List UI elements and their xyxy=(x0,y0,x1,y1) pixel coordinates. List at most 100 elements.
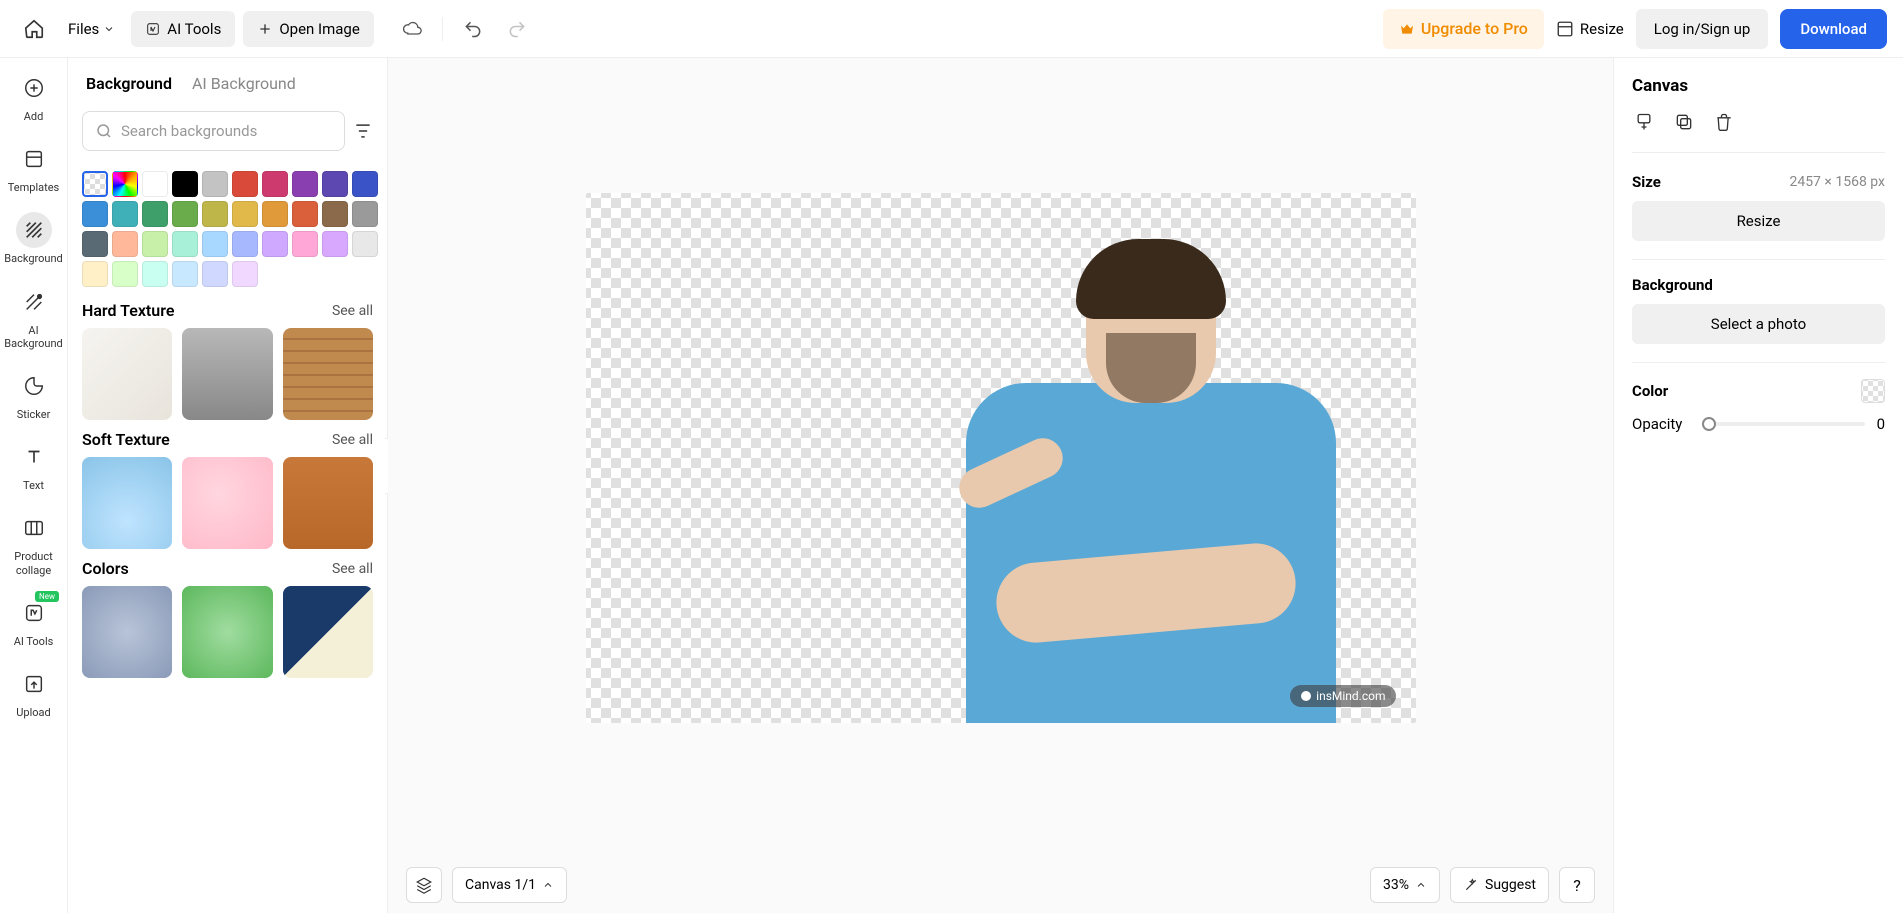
help-button[interactable]: ? xyxy=(1559,867,1595,903)
wand-icon xyxy=(1463,877,1479,893)
swatch-color-picker[interactable] xyxy=(112,171,138,197)
color-picker-button[interactable] xyxy=(1861,379,1885,403)
swatch-color[interactable] xyxy=(352,201,378,227)
soft-texture-see-all[interactable]: See all xyxy=(332,432,373,448)
swatch-color[interactable] xyxy=(172,171,198,197)
texture-thumb[interactable] xyxy=(283,328,373,420)
swatch-color[interactable] xyxy=(292,201,318,227)
files-dropdown[interactable]: Files xyxy=(60,11,123,47)
colors-title: Colors xyxy=(82,559,129,578)
layers-button[interactable] xyxy=(406,867,442,903)
swatch-color[interactable] xyxy=(112,201,138,227)
swatch-grid xyxy=(82,171,373,287)
texture-thumb[interactable] xyxy=(182,586,272,678)
files-label: Files xyxy=(68,20,99,38)
swatch-color[interactable] xyxy=(112,261,138,287)
swatch-color[interactable] xyxy=(172,261,198,287)
chevron-up-icon xyxy=(1415,879,1427,891)
swatch-color[interactable] xyxy=(292,231,318,257)
rail-label: AI Background xyxy=(0,324,67,350)
swatch-color[interactable] xyxy=(292,171,318,197)
ai-tools-button[interactable]: AI Tools xyxy=(131,11,235,47)
rail-background[interactable]: Background xyxy=(0,212,67,265)
cloud-sync-icon[interactable] xyxy=(394,11,430,47)
login-button[interactable]: Log in/Sign up xyxy=(1636,9,1769,49)
swatch-color[interactable] xyxy=(82,231,108,257)
undo-button[interactable] xyxy=(455,11,491,47)
download-button[interactable]: Download xyxy=(1780,9,1887,49)
swatch-color[interactable] xyxy=(262,201,288,227)
rail-templates[interactable]: Templates xyxy=(0,141,67,194)
size-label: Size xyxy=(1632,173,1661,191)
duplicate-button[interactable] xyxy=(1672,110,1696,134)
suggest-button[interactable]: Suggest xyxy=(1450,867,1549,903)
swatch-color[interactable] xyxy=(322,231,348,257)
tab-ai-background[interactable]: AI Background xyxy=(192,74,296,93)
redo-button[interactable] xyxy=(499,11,535,47)
swatch-color[interactable] xyxy=(82,201,108,227)
select-photo-button[interactable]: Select a photo xyxy=(1632,304,1885,344)
hard-texture-see-all[interactable]: See all xyxy=(332,303,373,319)
swatch-color[interactable] xyxy=(202,231,228,257)
swatch-color[interactable] xyxy=(202,261,228,287)
swatch-color[interactable] xyxy=(142,261,168,287)
zoom-dropdown[interactable]: 33% xyxy=(1370,867,1440,903)
rail-text[interactable]: Text xyxy=(0,439,67,492)
opacity-slider[interactable] xyxy=(1702,422,1864,426)
watermark: insMind.com xyxy=(1290,685,1395,707)
rail-product-collage[interactable]: Product collage xyxy=(0,510,67,576)
colors-see-all[interactable]: See all xyxy=(332,561,373,577)
swatch-color[interactable] xyxy=(112,231,138,257)
rail-upload[interactable]: Upload xyxy=(0,666,67,719)
swatch-color[interactable] xyxy=(142,171,168,197)
divider xyxy=(442,17,443,41)
resize-button[interactable]: Resize xyxy=(1632,201,1885,241)
home-icon[interactable] xyxy=(16,11,52,47)
texture-thumb[interactable] xyxy=(82,328,172,420)
delete-button[interactable] xyxy=(1712,110,1736,134)
swatch-color[interactable] xyxy=(142,231,168,257)
swatch-color[interactable] xyxy=(232,261,258,287)
swatch-transparent[interactable] xyxy=(82,171,108,197)
swatch-color[interactable] xyxy=(232,201,258,227)
template-apply-button[interactable] xyxy=(1632,110,1656,134)
texture-thumb[interactable] xyxy=(182,328,272,420)
rail-sticker[interactable]: Sticker xyxy=(0,368,67,421)
swatch-color[interactable] xyxy=(232,171,258,197)
open-image-button[interactable]: Open Image xyxy=(243,11,373,47)
rail-add[interactable]: Add xyxy=(0,70,67,123)
swatch-color[interactable] xyxy=(232,231,258,257)
rail-ai-background[interactable]: AI Background xyxy=(0,284,67,350)
texture-thumb[interactable] xyxy=(82,586,172,678)
search-input[interactable]: Search backgrounds xyxy=(82,111,345,151)
filter-icon[interactable] xyxy=(353,121,373,141)
ai-tools-label: AI Tools xyxy=(167,20,221,38)
swatch-color[interactable] xyxy=(82,261,108,287)
upgrade-button[interactable]: Upgrade to Pro xyxy=(1383,9,1544,49)
swatch-color[interactable] xyxy=(262,171,288,197)
swatch-color[interactable] xyxy=(202,201,228,227)
texture-thumb[interactable] xyxy=(182,457,272,549)
resize-button-top[interactable]: Resize xyxy=(1556,20,1624,38)
texture-thumb[interactable] xyxy=(283,457,373,549)
upgrade-label: Upgrade to Pro xyxy=(1421,19,1528,38)
swatch-color[interactable] xyxy=(172,201,198,227)
canvas-pager-label: Canvas 1/1 xyxy=(465,877,536,893)
swatch-color[interactable] xyxy=(352,171,378,197)
texture-thumb[interactable] xyxy=(283,586,373,678)
texture-thumb[interactable] xyxy=(82,457,172,549)
swatch-color[interactable] xyxy=(172,231,198,257)
plus-icon xyxy=(257,21,273,37)
swatch-color[interactable] xyxy=(322,201,348,227)
text-icon xyxy=(23,446,45,468)
canvas[interactable]: insMind.com xyxy=(586,193,1416,723)
swatch-color[interactable] xyxy=(352,231,378,257)
subject-image[interactable] xyxy=(936,233,1356,723)
canvas-pager[interactable]: Canvas 1/1 xyxy=(452,867,567,903)
swatch-color[interactable] xyxy=(142,201,168,227)
rail-ai-tools[interactable]: New AI Tools xyxy=(0,595,67,648)
swatch-color[interactable] xyxy=(322,171,348,197)
swatch-color[interactable] xyxy=(202,171,228,197)
swatch-color[interactable] xyxy=(262,231,288,257)
tab-background[interactable]: Background xyxy=(86,74,172,93)
